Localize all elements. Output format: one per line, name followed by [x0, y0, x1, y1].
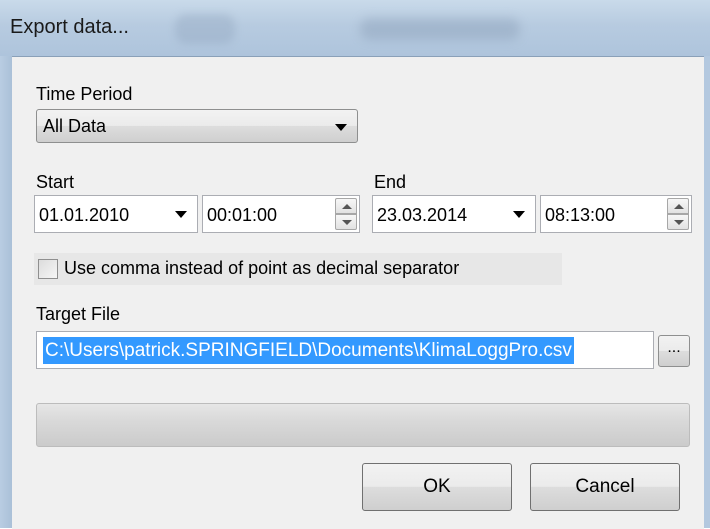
browse-button[interactable]: ... — [658, 335, 690, 367]
spin-up-button[interactable] — [667, 198, 689, 214]
window-frame-left — [0, 56, 12, 528]
end-label: End — [374, 172, 407, 192]
end-time-spinner[interactable] — [667, 198, 689, 230]
triangle-up-icon — [674, 204, 684, 209]
time-period-label: Time Period — [36, 84, 133, 104]
export-progress-bar — [36, 403, 690, 447]
dialog-client-area: Time Period All Data Start End 01.01.201… — [12, 56, 704, 529]
decimal-separator-label: Use comma instead of point as decimal se… — [64, 258, 460, 278]
end-date-picker[interactable]: 23.03.2014 — [372, 195, 536, 233]
decimal-separator-checkbox[interactable] — [38, 259, 58, 279]
triangle-down-icon — [342, 220, 352, 225]
spin-up-button[interactable] — [335, 198, 357, 214]
end-date-value: 23.03.2014 — [377, 205, 468, 225]
titlebar-glass-reflection — [175, 14, 235, 44]
end-time-input[interactable]: 08:13:00 — [540, 195, 692, 233]
start-date-picker[interactable]: 01.01.2010 — [34, 195, 198, 233]
window-title: Export data... — [10, 16, 129, 38]
chevron-down-icon — [335, 124, 347, 131]
window-frame-right — [704, 56, 710, 528]
decimal-separator-option[interactable]: Use comma instead of point as decimal se… — [34, 253, 562, 285]
cancel-button[interactable]: Cancel — [530, 463, 680, 511]
export-dialog: Export data... Time Period All Data Star… — [0, 0, 710, 529]
target-file-input[interactable]: C:\Users\patrick.SPRINGFIELD\Documents\K… — [36, 331, 654, 369]
start-date-value: 01.01.2010 — [39, 205, 130, 225]
ok-button[interactable]: OK — [362, 463, 512, 511]
end-time-value: 08:13:00 — [545, 205, 616, 225]
start-time-value: 00:01:00 — [207, 205, 278, 225]
start-time-spinner[interactable] — [335, 198, 357, 230]
start-label: Start — [36, 172, 75, 192]
title-bar[interactable]: Export data... — [0, 0, 710, 56]
triangle-up-icon — [342, 204, 352, 209]
time-period-value: All Data — [43, 116, 107, 136]
chevron-down-icon[interactable] — [175, 211, 187, 218]
time-period-select[interactable]: All Data — [36, 109, 358, 143]
target-file-label: Target File — [36, 304, 121, 324]
triangle-down-icon — [674, 220, 684, 225]
spin-down-button[interactable] — [667, 214, 689, 230]
start-time-input[interactable]: 00:01:00 — [202, 195, 360, 233]
spin-down-button[interactable] — [335, 214, 357, 230]
chevron-down-icon[interactable] — [513, 211, 525, 218]
titlebar-glass-reflection — [360, 18, 520, 40]
target-file-path: C:\Users\patrick.SPRINGFIELD\Documents\K… — [43, 337, 574, 364]
